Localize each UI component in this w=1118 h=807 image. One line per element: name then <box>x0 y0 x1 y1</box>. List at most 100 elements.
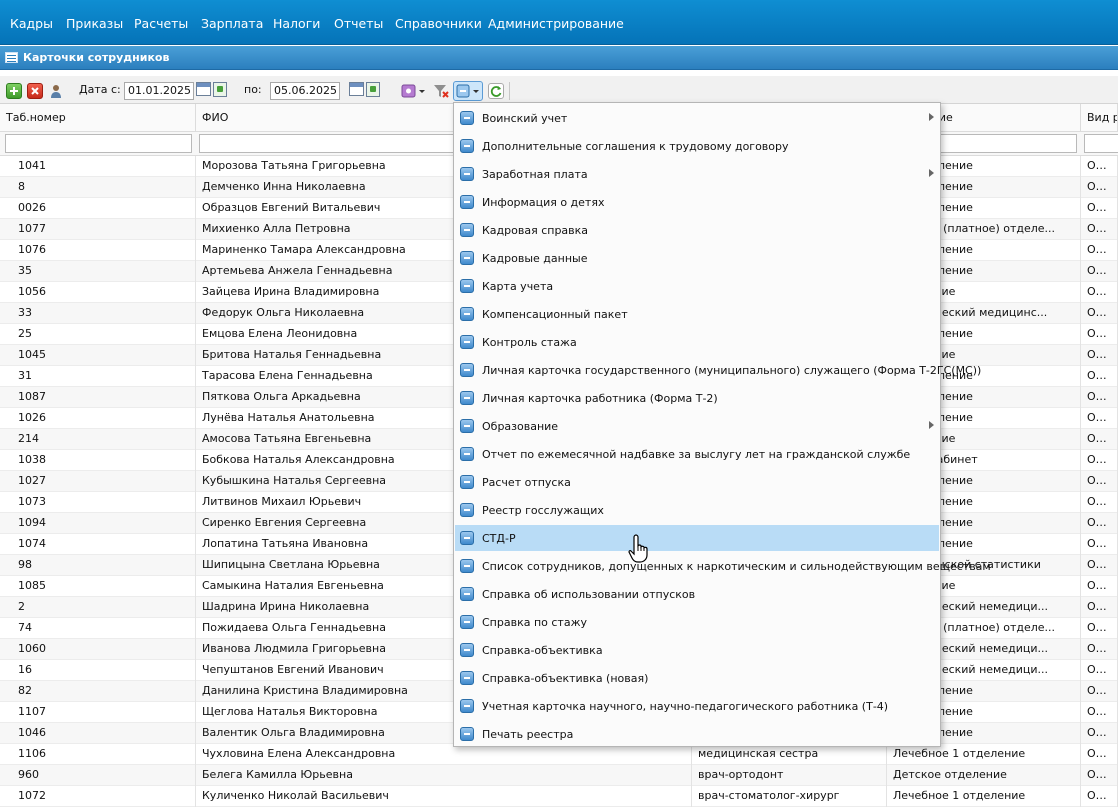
menu-item[interactable]: Справка по стажу <box>455 609 939 635</box>
table-cell: 0026 <box>0 198 196 219</box>
report-icon <box>460 587 474 601</box>
date-to-field[interactable]: 05.06.2025 <box>270 82 340 100</box>
menu-item[interactable]: Личная карточка государственного (муници… <box>455 357 981 383</box>
menu-item[interactable]: Образование <box>455 413 939 439</box>
menu-item-label: Расчет отпуска <box>482 476 571 489</box>
table-cell: 1073 <box>0 492 196 513</box>
report-icon <box>460 307 474 321</box>
menu-item[interactable]: Заработная плата <box>455 161 939 187</box>
settings-dropdown-icon[interactable] <box>401 83 427 99</box>
table-cell: Основ <box>1081 156 1118 177</box>
table-cell: Основ <box>1081 555 1118 576</box>
nav-item-zarplata[interactable]: Зарплата <box>201 16 263 31</box>
menu-item[interactable]: Кадровая справка <box>455 217 939 243</box>
date-to-calendar-icon[interactable] <box>349 81 383 100</box>
print-dropdown-icon[interactable] <box>453 81 483 101</box>
report-icon <box>460 391 474 405</box>
menu-item[interactable]: Личная карточка работника (Форма Т-2) <box>455 385 939 411</box>
add-icon[interactable] <box>6 83 22 99</box>
nav-item-nalogi[interactable]: Налоги <box>273 16 320 31</box>
table-cell: 1027 <box>0 471 196 492</box>
filter-input-vid-raboty[interactable] <box>1084 134 1118 153</box>
table-row[interactable]: 960 Белега Камилла Юрьевна врач-ортодонт Де… <box>0 765 1118 786</box>
date-to-label: по: <box>244 83 262 96</box>
menu-item[interactable]: Печать реестра <box>455 721 939 747</box>
table-cell: 8 <box>0 177 196 198</box>
menu-item[interactable]: Справка-объективка (новая) <box>455 665 939 691</box>
panel-title-bar: Карточки сотрудников <box>0 46 1118 70</box>
table-cell: Основ <box>1081 345 1118 366</box>
table-cell: 1060 <box>0 639 196 660</box>
report-icon <box>460 727 474 741</box>
table-cell: 1087 <box>0 387 196 408</box>
table-cell: Основ <box>1081 303 1118 324</box>
menu-item[interactable]: Дополнительные соглашения к трудовому до… <box>455 133 939 159</box>
nav-item-administrirovanie[interactable]: Администрирование <box>488 16 624 31</box>
menu-item[interactable]: Компенсационный пакет <box>455 301 939 327</box>
menu-item[interactable]: Кадровые данные <box>455 245 939 271</box>
table-cell: Лечебное 1 отделение <box>887 786 1081 807</box>
menu-item[interactable]: СТД-Р <box>455 525 939 551</box>
menu-item-label: Отчет по ежемесячной надбавке за выслугу… <box>482 448 911 461</box>
table-cell: Основ <box>1081 408 1118 429</box>
table-row[interactable]: 1072 Куличенко Николай Васильевич врач-сто… <box>0 786 1118 807</box>
column-header-vid-raboty[interactable]: Вид ра <box>1081 104 1118 132</box>
menu-item[interactable]: Справка-объективка <box>455 637 939 663</box>
submenu-arrow-icon <box>929 113 934 121</box>
table-cell: Основ <box>1081 261 1118 282</box>
menu-item[interactable]: Список сотрудников, допущенных к наркоти… <box>455 553 991 579</box>
table-cell: Основ <box>1081 471 1118 492</box>
menu-item[interactable]: Контроль стажа <box>455 329 939 355</box>
table-cell: 1077 <box>0 219 196 240</box>
submenu-arrow-icon <box>929 421 934 429</box>
table-cell: 98 <box>0 555 196 576</box>
table-cell: Основ <box>1081 786 1118 807</box>
menu-item[interactable]: Справка об использовании отпусков <box>455 581 939 607</box>
toolbar-separator <box>509 82 510 100</box>
report-icon <box>460 559 474 573</box>
report-icon <box>460 531 474 545</box>
menu-item[interactable]: Карта учета <box>455 273 939 299</box>
report-icon <box>460 335 474 349</box>
table-cell: Детское отделение <box>887 765 1081 786</box>
date-from-label: Дата с: <box>79 83 121 96</box>
table-cell: Основ <box>1081 429 1118 450</box>
table-cell: 1041 <box>0 156 196 177</box>
refresh-icon[interactable] <box>488 83 504 99</box>
menu-item-label: Список сотрудников, допущенных к наркоти… <box>482 560 991 573</box>
report-icon <box>460 363 474 377</box>
nav-item-raschety[interactable]: Расчеты <box>134 16 188 31</box>
table-cell: Основ <box>1081 744 1118 765</box>
table-cell: Основ <box>1081 492 1118 513</box>
date-from-calendar-icon[interactable] <box>196 81 230 100</box>
table-cell: 16 <box>0 660 196 681</box>
report-icon <box>460 111 474 125</box>
nav-item-spravochniki[interactable]: Справочники <box>395 16 482 31</box>
table-cell: Основ <box>1081 534 1118 555</box>
filter-input-tabnomer[interactable] <box>5 134 192 153</box>
clear-filter-icon[interactable] <box>433 83 449 99</box>
table-cell: Куличенко Николай Васильевич <box>196 786 692 807</box>
table-cell: медицинская сестра <box>692 744 887 765</box>
menu-item-label: Дополнительные соглашения к трудовому до… <box>482 140 789 153</box>
print-forms-dropdown-menu: Воинский учет Дополнительные соглашения к… <box>453 102 991 747</box>
menu-item[interactable]: Учетная карточка научного, научно-педаго… <box>455 693 939 719</box>
date-from-field[interactable]: 01.01.2025 <box>124 82 194 100</box>
table-cell: 1076 <box>0 240 196 261</box>
table-cell: 82 <box>0 681 196 702</box>
menu-item[interactable]: Отчет по ежемесячной надбавке за выслугу… <box>455 441 939 467</box>
menu-item-label: Печать реестра <box>482 728 574 741</box>
table-row[interactable]: 1106 Чухловина Елена Александровна медицин… <box>0 744 1118 765</box>
nav-item-otchety[interactable]: Отчеты <box>334 16 383 31</box>
nav-item-prikazy[interactable]: Приказы <box>66 16 123 31</box>
menu-item[interactable]: Воинский учет <box>455 105 939 131</box>
menu-item[interactable]: Расчет отпуска <box>455 469 939 495</box>
delete-icon[interactable] <box>27 83 43 99</box>
menu-item[interactable]: Реестр госслужащих <box>455 497 939 523</box>
column-header-tabnomer[interactable]: Таб.номер <box>0 104 196 132</box>
menu-item[interactable]: Информация о детях <box>455 189 939 215</box>
nav-item-kadry[interactable]: Кадры <box>10 16 53 31</box>
user-icon[interactable] <box>48 83 64 99</box>
table-cell: 1056 <box>0 282 196 303</box>
menu-item-label: Реестр госслужащих <box>482 504 604 517</box>
